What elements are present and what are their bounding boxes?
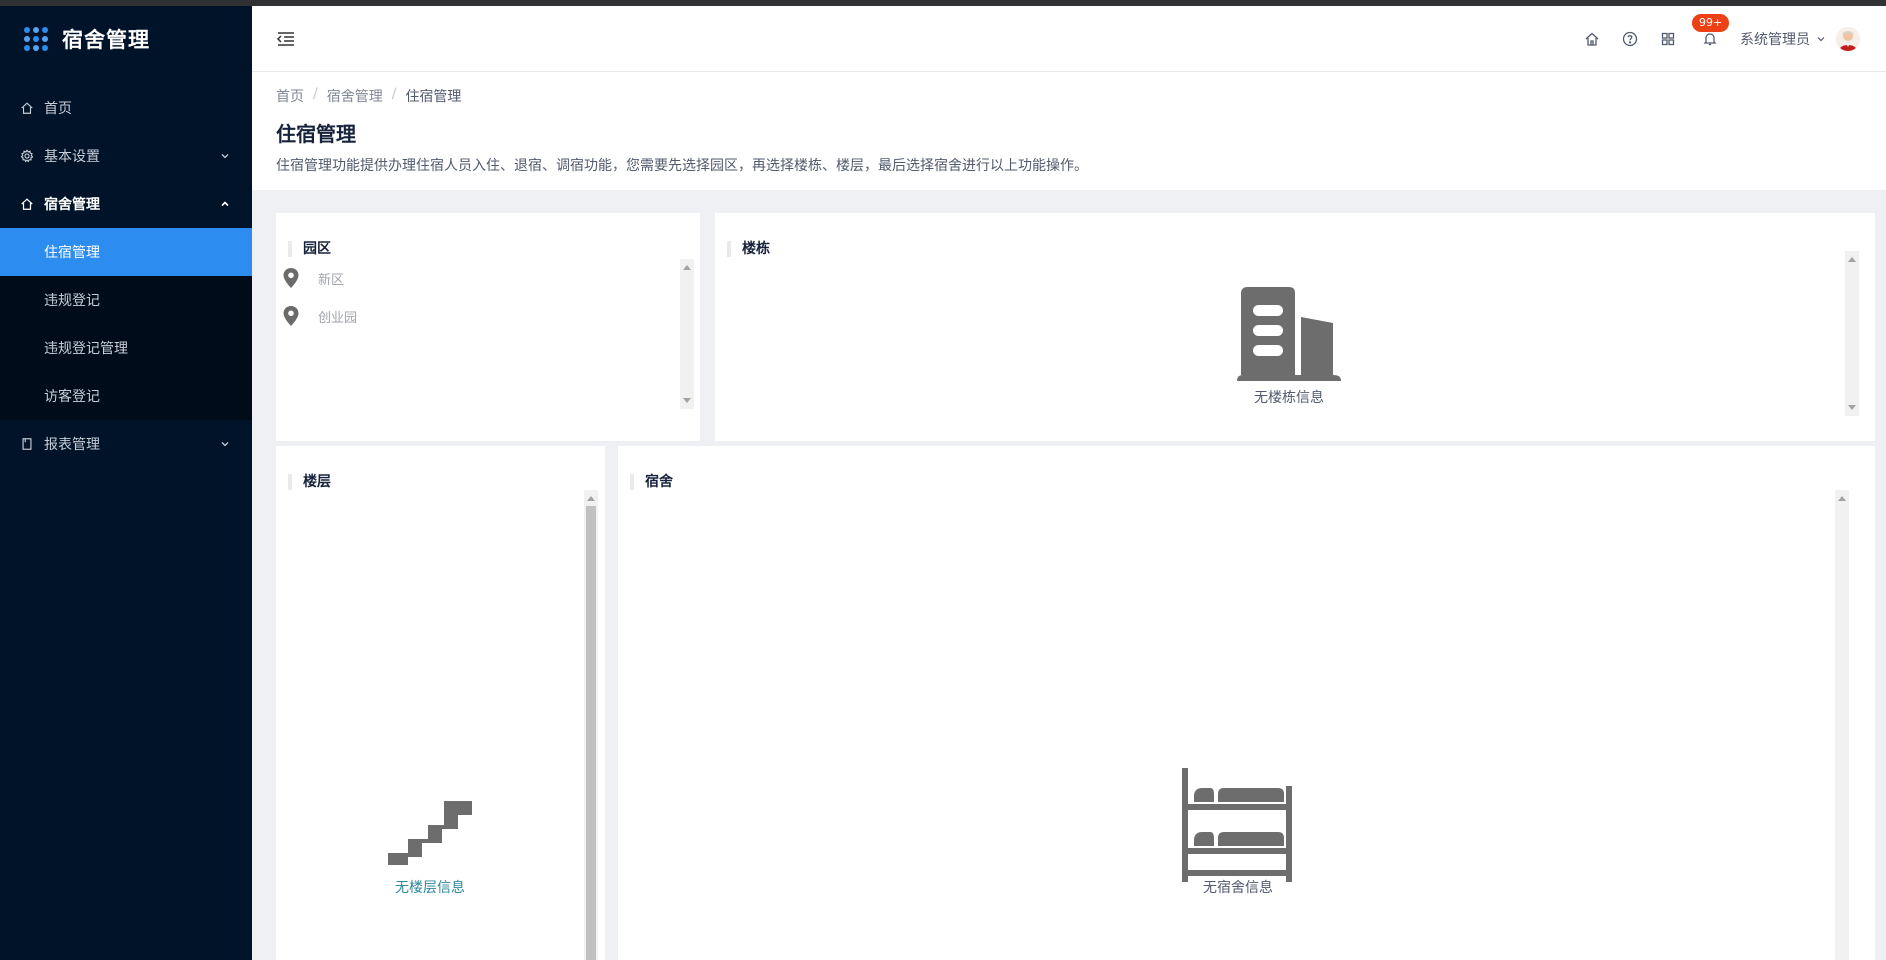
breadcrumb-separator: / — [313, 86, 318, 102]
chevron-down-icon — [221, 154, 229, 159]
sidebar-item-label: 宿舍管理 — [44, 197, 100, 213]
sidebar-item-basic-settings[interactable]: 基本设置 — [0, 132, 252, 180]
home-icon — [20, 197, 34, 211]
building-empty-text: 无楼栋信息 — [1254, 390, 1324, 406]
building-panel-title: 楼栋 — [727, 241, 770, 257]
sidebar-item-label: 首页 — [44, 101, 72, 117]
help-icon[interactable] — [1622, 31, 1638, 47]
menu-collapse-icon[interactable] — [276, 29, 296, 49]
scroll-down-arrow[interactable] — [683, 398, 691, 403]
page-header: 首页 / 宿舍管理 / 住宿管理 住宿管理 住宿管理功能提供办理住宿人员入住、退… — [252, 72, 1886, 190]
home-icon — [20, 101, 34, 115]
sidebar-item-home[interactable]: 首页 — [0, 84, 252, 132]
user-name[interactable]: 系统管理员 — [1740, 29, 1810, 49]
page-description: 住宿管理功能提供办理住宿人员入住、退宿、调宿功能，您需要先选择园区，再选择楼栋、… — [276, 158, 1088, 174]
chevron-down-icon — [221, 442, 229, 447]
sidebar-item-violation-register[interactable]: 违规登记 — [0, 276, 252, 324]
sidebar-item-violation-management[interactable]: 违规登记管理 — [0, 324, 252, 372]
park-panel: 园区 新区 创业园 — [276, 213, 700, 441]
park-item-label: 创业园 — [318, 310, 358, 326]
breadcrumb-current: 住宿管理 — [405, 89, 462, 105]
notification-button[interactable]: 99+ — [1692, 14, 1730, 47]
scroll-up-arrow[interactable] — [683, 265, 691, 270]
header-actions: 99+ 系统管理员 — [1562, 6, 1860, 72]
park-scrollbar[interactable] — [680, 259, 694, 409]
scroll-up-arrow[interactable] — [1838, 496, 1846, 501]
park-panel-title: 园区 — [288, 241, 331, 257]
scroll-up-arrow[interactable] — [1848, 257, 1856, 262]
scroll-up-arrow[interactable] — [587, 496, 595, 501]
dorm-panel: 宿舍 无宿舍信息 — [618, 446, 1875, 960]
floor-scrollbar[interactable] — [584, 490, 598, 960]
building-panel: 楼栋 无楼栋信息 — [715, 213, 1875, 441]
home-icon[interactable] — [1584, 31, 1600, 47]
breadcrumb-separator: / — [391, 86, 397, 102]
park-item-chuangyeyuan[interactable]: 创业园 — [282, 305, 357, 327]
dorm-panel-title: 宿舍 — [630, 474, 673, 490]
dorm-submenu: 住宿管理 违规登记 违规登记管理 访客登记 — [0, 228, 252, 420]
app-logo[interactable]: 宿舍管理 — [0, 6, 252, 72]
sidebar: 宿舍管理 首页 基本设置 宿舍管理 住宿管理 违规登记 违规登记管理 访客登记 … — [0, 6, 252, 960]
sidebar-item-dorm-management[interactable]: 宿舍管理 — [0, 180, 252, 228]
grid-logo-icon — [24, 27, 48, 51]
bell-icon — [1703, 33, 1717, 46]
dorm-empty-text: 无宿舍信息 — [1203, 880, 1273, 896]
sidebar-item-label: 违规登记 — [44, 293, 100, 309]
floor-empty-text: 无楼层信息 — [395, 880, 465, 896]
notification-badge: 99+ — [1692, 14, 1730, 32]
location-pin-icon — [283, 306, 299, 326]
avatar[interactable] — [1836, 27, 1860, 51]
stairs-icon — [388, 801, 472, 865]
sidebar-item-label: 住宿管理 — [44, 245, 100, 261]
park-item-xinqu[interactable]: 新区 — [282, 267, 344, 289]
document-icon — [20, 437, 34, 451]
gear-icon — [20, 149, 34, 163]
sidebar-menu: 首页 基本设置 宿舍管理 住宿管理 违规登记 违规登记管理 访客登记 报表管理 — [0, 84, 252, 468]
building-icon — [1237, 287, 1341, 381]
bunk-bed-icon — [1182, 768, 1292, 882]
floor-panel: 楼层 无楼层信息 — [276, 446, 605, 960]
sidebar-item-label: 报表管理 — [44, 437, 100, 453]
dorm-scrollbar[interactable] — [1835, 490, 1849, 960]
scroll-down-arrow[interactable] — [1848, 405, 1856, 410]
breadcrumb-dorm-management[interactable]: 宿舍管理 — [327, 86, 383, 106]
sidebar-item-label: 违规登记管理 — [44, 341, 128, 357]
park-item-label: 新区 — [318, 272, 345, 288]
apps-icon[interactable] — [1660, 31, 1676, 47]
chevron-up-icon — [221, 201, 229, 207]
scroll-thumb[interactable] — [586, 506, 596, 960]
sidebar-item-visitor-register[interactable]: 访客登记 — [0, 372, 252, 420]
page-title: 住宿管理 — [276, 122, 356, 146]
sidebar-item-label: 基本设置 — [44, 149, 100, 165]
sidebar-item-label: 访客登记 — [44, 389, 100, 405]
sidebar-item-reports[interactable]: 报表管理 — [0, 420, 252, 468]
floor-panel-title: 楼层 — [288, 474, 331, 490]
breadcrumb: 首页 / 宿舍管理 / 住宿管理 — [276, 86, 1862, 106]
location-pin-icon — [283, 268, 299, 288]
app-title: 宿舍管理 — [62, 28, 150, 52]
building-scrollbar[interactable] — [1845, 251, 1859, 416]
breadcrumb-home[interactable]: 首页 — [276, 86, 304, 106]
top-header: 99+ 系统管理员 — [252, 6, 1886, 72]
chevron-down-icon[interactable] — [1816, 34, 1826, 44]
sidebar-item-accommodation[interactable]: 住宿管理 — [0, 228, 252, 276]
